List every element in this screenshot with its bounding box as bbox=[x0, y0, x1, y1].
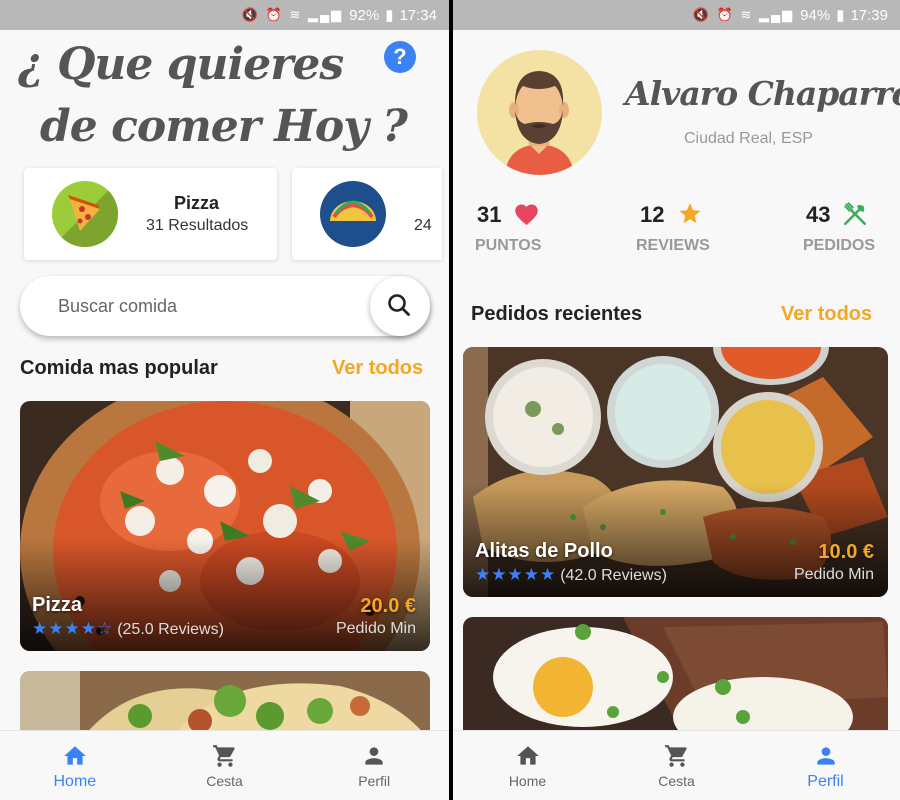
steak-eggs-photo bbox=[463, 617, 888, 737]
section-title: Pedidos recientes bbox=[471, 303, 643, 325]
title-line-1: ¿ Que quieres bbox=[18, 39, 344, 90]
help-icon: ? bbox=[393, 44, 407, 69]
stat-value: 12 bbox=[640, 202, 665, 227]
heart-icon bbox=[515, 204, 538, 226]
rating-stars: ★★★★☆ (25.0 Reviews) bbox=[32, 619, 224, 639]
person-icon bbox=[816, 747, 835, 765]
home-icon bbox=[516, 746, 539, 765]
nav-cart[interactable]: Cesta bbox=[602, 731, 751, 800]
section-title: Comida mas popular bbox=[20, 357, 218, 379]
profile-location: Ciudad Real, ESP bbox=[684, 130, 813, 147]
help-button[interactable]: ? bbox=[384, 41, 416, 73]
status-icons: 🔇 ⏰ ≋ ▂▄▆ bbox=[241, 7, 344, 22]
stat-value: 31 bbox=[477, 202, 502, 227]
stat-label: REVIEWS bbox=[636, 237, 710, 254]
title-line-2: de comer Hoy ? bbox=[40, 101, 408, 152]
nav-home[interactable]: Home bbox=[453, 731, 602, 800]
food-card[interactable]: Alitas de Pollo ★★★★★ (42.0 Reviews) 10.0… bbox=[463, 347, 888, 597]
stat-value: 43 bbox=[806, 202, 831, 227]
see-all-link[interactable]: Ver todos bbox=[781, 303, 872, 326]
page-title: ¿ Que quieres de comer Hoy ? bbox=[18, 34, 408, 158]
rating-stars: ★★★★★ (42.0 Reviews) bbox=[475, 565, 667, 585]
nav-cart[interactable]: Cesta bbox=[150, 731, 300, 800]
status-icons: 🔇 ⏰ ≋ ▂▄▆ bbox=[692, 7, 795, 22]
profile-name: Alvaro Chaparro bbox=[625, 74, 900, 113]
category-count: 24 bbox=[414, 217, 432, 234]
search-icon bbox=[388, 294, 410, 316]
stat-label: PUNTOS bbox=[475, 237, 542, 254]
food-name: Pizza bbox=[32, 594, 83, 616]
min-order-label: Pedido Min bbox=[335, 620, 416, 637]
nav-profile-label: Perfil bbox=[807, 773, 844, 790]
home-icon bbox=[63, 746, 86, 765]
food-name: Alitas de Pollo bbox=[475, 540, 613, 562]
star-icon bbox=[679, 203, 701, 224]
status-time: 17:34 bbox=[399, 6, 437, 24]
food-card[interactable]: Pizza ★★★★☆ (25.0 Reviews) 20.0 € Pedido … bbox=[20, 401, 430, 651]
profile-screen: 🔇 ⏰ ≋ ▂▄▆ 94% ▮ 17:39 Alvaro Chaparro Ci… bbox=[453, 0, 900, 800]
person-icon bbox=[365, 747, 383, 765]
battery-level: 92% bbox=[349, 6, 380, 24]
bottom-navigation: Home Cesta Perfil bbox=[453, 730, 900, 800]
category-card-tacos[interactable]: 24 bbox=[292, 168, 442, 260]
search-button[interactable] bbox=[370, 276, 430, 336]
star-icons: ★★★★★ bbox=[475, 565, 557, 584]
category-card-pizza[interactable]: Pizza 31 Resultados bbox=[24, 168, 277, 260]
nav-home-label: Home bbox=[53, 773, 97, 790]
cart-icon bbox=[664, 745, 687, 767]
see-all-link[interactable]: Ver todos bbox=[332, 357, 423, 380]
min-order-label: Pedido Min bbox=[793, 566, 874, 583]
stat-label: PEDIDOS bbox=[803, 237, 876, 254]
status-bar: 🔇 ⏰ ≋ ▂▄▆ 92% ▮ 17:34 bbox=[0, 0, 449, 30]
food-card-partial[interactable] bbox=[463, 617, 888, 737]
category-name: Pizza bbox=[174, 193, 220, 213]
battery-level: 94% bbox=[800, 6, 831, 24]
status-bar: 🔇 ⏰ ≋ ▂▄▆ 94% ▮ 17:39 bbox=[453, 0, 900, 30]
search-bar bbox=[20, 276, 430, 336]
nav-cart-label: Cesta bbox=[658, 773, 695, 789]
food-price: 10.0 € bbox=[818, 541, 874, 563]
avatar-illustration bbox=[505, 71, 574, 175]
nav-cart-label: Cesta bbox=[206, 773, 243, 789]
battery-icon: ▮ bbox=[836, 7, 845, 24]
nav-home-label: Home bbox=[508, 773, 547, 789]
home-screen: 🔇 ⏰ ≋ ▂▄▆ 92% ▮ 17:34 ¿ Que quieres de c… bbox=[0, 0, 449, 800]
pizza-icon bbox=[52, 181, 118, 247]
review-count: (25.0 Reviews) bbox=[117, 621, 224, 638]
search-input[interactable] bbox=[40, 286, 360, 326]
bottom-navigation: Home Cesta Perfil bbox=[0, 730, 449, 800]
category-count: 31 Resultados bbox=[146, 217, 249, 234]
status-time: 17:39 bbox=[850, 6, 888, 24]
nav-profile[interactable]: Perfil bbox=[299, 731, 449, 800]
avatar bbox=[477, 50, 602, 175]
review-count: (42.0 Reviews) bbox=[560, 567, 667, 584]
battery-icon: ▮ bbox=[385, 7, 394, 24]
nav-profile[interactable]: Perfil bbox=[751, 731, 900, 800]
cart-icon bbox=[212, 745, 235, 767]
taco-icon bbox=[320, 181, 386, 247]
star-icons: ★★★★☆ bbox=[32, 619, 114, 638]
nav-profile-label: Perfil bbox=[358, 773, 391, 789]
utensils-icon bbox=[843, 202, 867, 226]
food-price: 20.0 € bbox=[360, 595, 416, 617]
nav-home[interactable]: Home bbox=[0, 731, 150, 800]
